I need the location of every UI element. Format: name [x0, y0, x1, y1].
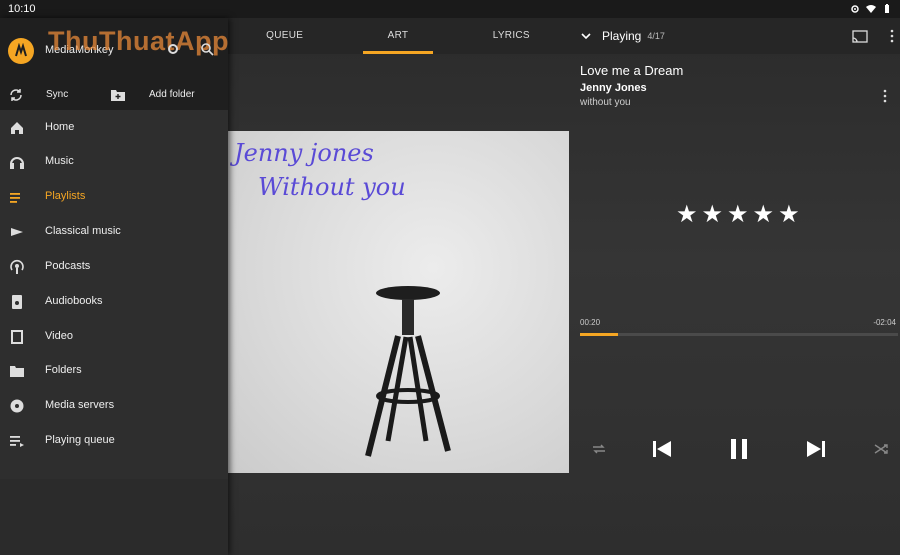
- sync-icon[interactable]: [9, 88, 23, 102]
- wifi-icon: [866, 5, 876, 13]
- drawer-footer: [0, 479, 228, 555]
- sidebar-item-label: Home: [45, 121, 75, 133]
- pause-icon: [731, 439, 747, 459]
- sidebar-item-playing-queue[interactable]: Playing queue: [0, 425, 228, 457]
- status-bar: 10:10: [0, 0, 900, 18]
- status-time: 10:10: [8, 3, 36, 15]
- settings-icon[interactable]: [166, 42, 180, 56]
- previous-button[interactable]: [650, 432, 674, 466]
- sync-button[interactable]: Sync: [46, 89, 68, 100]
- cast-icon[interactable]: [852, 30, 868, 43]
- tab-queue[interactable]: QUEUE: [228, 18, 341, 54]
- home-icon: [11, 122, 23, 134]
- search-icon[interactable]: [200, 42, 214, 56]
- song-album[interactable]: without you: [580, 97, 631, 108]
- star-icon[interactable]: ★: [676, 203, 698, 227]
- classical-icon: [11, 228, 23, 236]
- album-art-text-line1: Jenny jones: [234, 139, 374, 167]
- sidebar-item-audiobooks[interactable]: Audiobooks: [0, 286, 228, 318]
- sidebar-item-label: Audiobooks: [45, 295, 103, 307]
- time-current: 00:20: [580, 318, 601, 327]
- star-icon[interactable]: ★: [727, 203, 749, 227]
- progress-bar[interactable]: [580, 333, 898, 336]
- sidebar-item-podcasts[interactable]: Podcasts: [0, 251, 228, 283]
- audiobook-icon: [12, 295, 22, 309]
- video-icon: [11, 330, 23, 344]
- sidebar-item-label: Playlists: [45, 190, 86, 202]
- now-playing-header: Playing 4/17: [568, 18, 900, 54]
- star-icon[interactable]: ★: [778, 203, 800, 227]
- sidebar-item-music[interactable]: Music: [0, 146, 228, 178]
- song-more-icon[interactable]: [883, 89, 887, 103]
- media-server-icon: [10, 399, 24, 413]
- tab-art[interactable]: ART: [341, 18, 454, 54]
- chevron-down-icon[interactable]: [580, 30, 592, 42]
- tab-lyrics[interactable]: LYRICS: [455, 18, 568, 54]
- sidebar-item-classical-music[interactable]: Classical music: [0, 216, 228, 248]
- sidebar-item-label: Folders: [45, 364, 82, 376]
- podcast-icon: [10, 259, 24, 274]
- playlist-icon: [10, 193, 20, 203]
- star-icon[interactable]: ★: [702, 203, 724, 227]
- song-title: Love me a Dream: [580, 63, 684, 78]
- add-folder-button[interactable]: Add folder: [149, 89, 195, 100]
- progress-fill: [580, 333, 619, 336]
- rating-stars[interactable]: ★ ★ ★ ★ ★: [676, 203, 800, 227]
- playback-controls: [580, 432, 898, 466]
- status-icons: [850, 4, 892, 14]
- playing-count: 4/17: [647, 31, 665, 41]
- drawer-header: MediaMonkey ThuThuatApp Sync Add folder: [0, 18, 228, 110]
- sidebar-item-label: Classical music: [45, 225, 121, 237]
- location-icon: [851, 5, 859, 13]
- sidebar-item-playlists[interactable]: Playlists: [0, 181, 228, 213]
- skip-previous-icon: [653, 441, 671, 457]
- more-vert-icon[interactable]: [890, 29, 894, 43]
- navigation-drawer: MediaMonkey ThuThuatApp Sync Add folder …: [0, 18, 228, 555]
- sidebar-item-label: Playing queue: [45, 434, 115, 446]
- queue-icon: [10, 436, 24, 447]
- skip-next-icon: [807, 441, 825, 457]
- star-icon[interactable]: ★: [753, 203, 775, 227]
- headphones-icon: [10, 157, 24, 169]
- sidebar-item-label: Video: [45, 330, 73, 342]
- repeat-button[interactable]: [588, 432, 610, 466]
- pause-button[interactable]: [727, 432, 751, 466]
- add-folder-icon[interactable]: [110, 88, 126, 102]
- sidebar-item-label: Podcasts: [45, 260, 91, 272]
- sidebar-item-video[interactable]: Video: [0, 321, 228, 353]
- time-remaining: -02:04: [873, 318, 896, 327]
- sync-row: Sync Add folder: [0, 82, 228, 108]
- sidebar-item-folders[interactable]: Folders: [0, 355, 228, 387]
- next-button[interactable]: [804, 432, 828, 466]
- shuffle-icon: [874, 444, 888, 454]
- song-artist[interactable]: Jenny Jones: [580, 82, 647, 94]
- sidebar-item-media-servers[interactable]: Media servers: [0, 390, 228, 422]
- folder-icon: [10, 366, 24, 377]
- stool-image: [365, 286, 451, 457]
- repeat-icon: [593, 444, 605, 454]
- app-logo-icon: [8, 38, 34, 64]
- sidebar-item-home[interactable]: Home: [0, 112, 228, 144]
- shuffle-button[interactable]: [870, 432, 892, 466]
- playing-label: Playing: [602, 29, 642, 43]
- battery-icon: [885, 4, 889, 13]
- sidebar-item-label: Music: [45, 155, 74, 167]
- sidebar-item-label: Media servers: [45, 399, 115, 411]
- player-tabs: QUEUE ART LYRICS: [228, 18, 568, 54]
- album-art: Jenny jones Without you: [228, 131, 569, 473]
- album-art-text-line2: Without you: [258, 173, 406, 201]
